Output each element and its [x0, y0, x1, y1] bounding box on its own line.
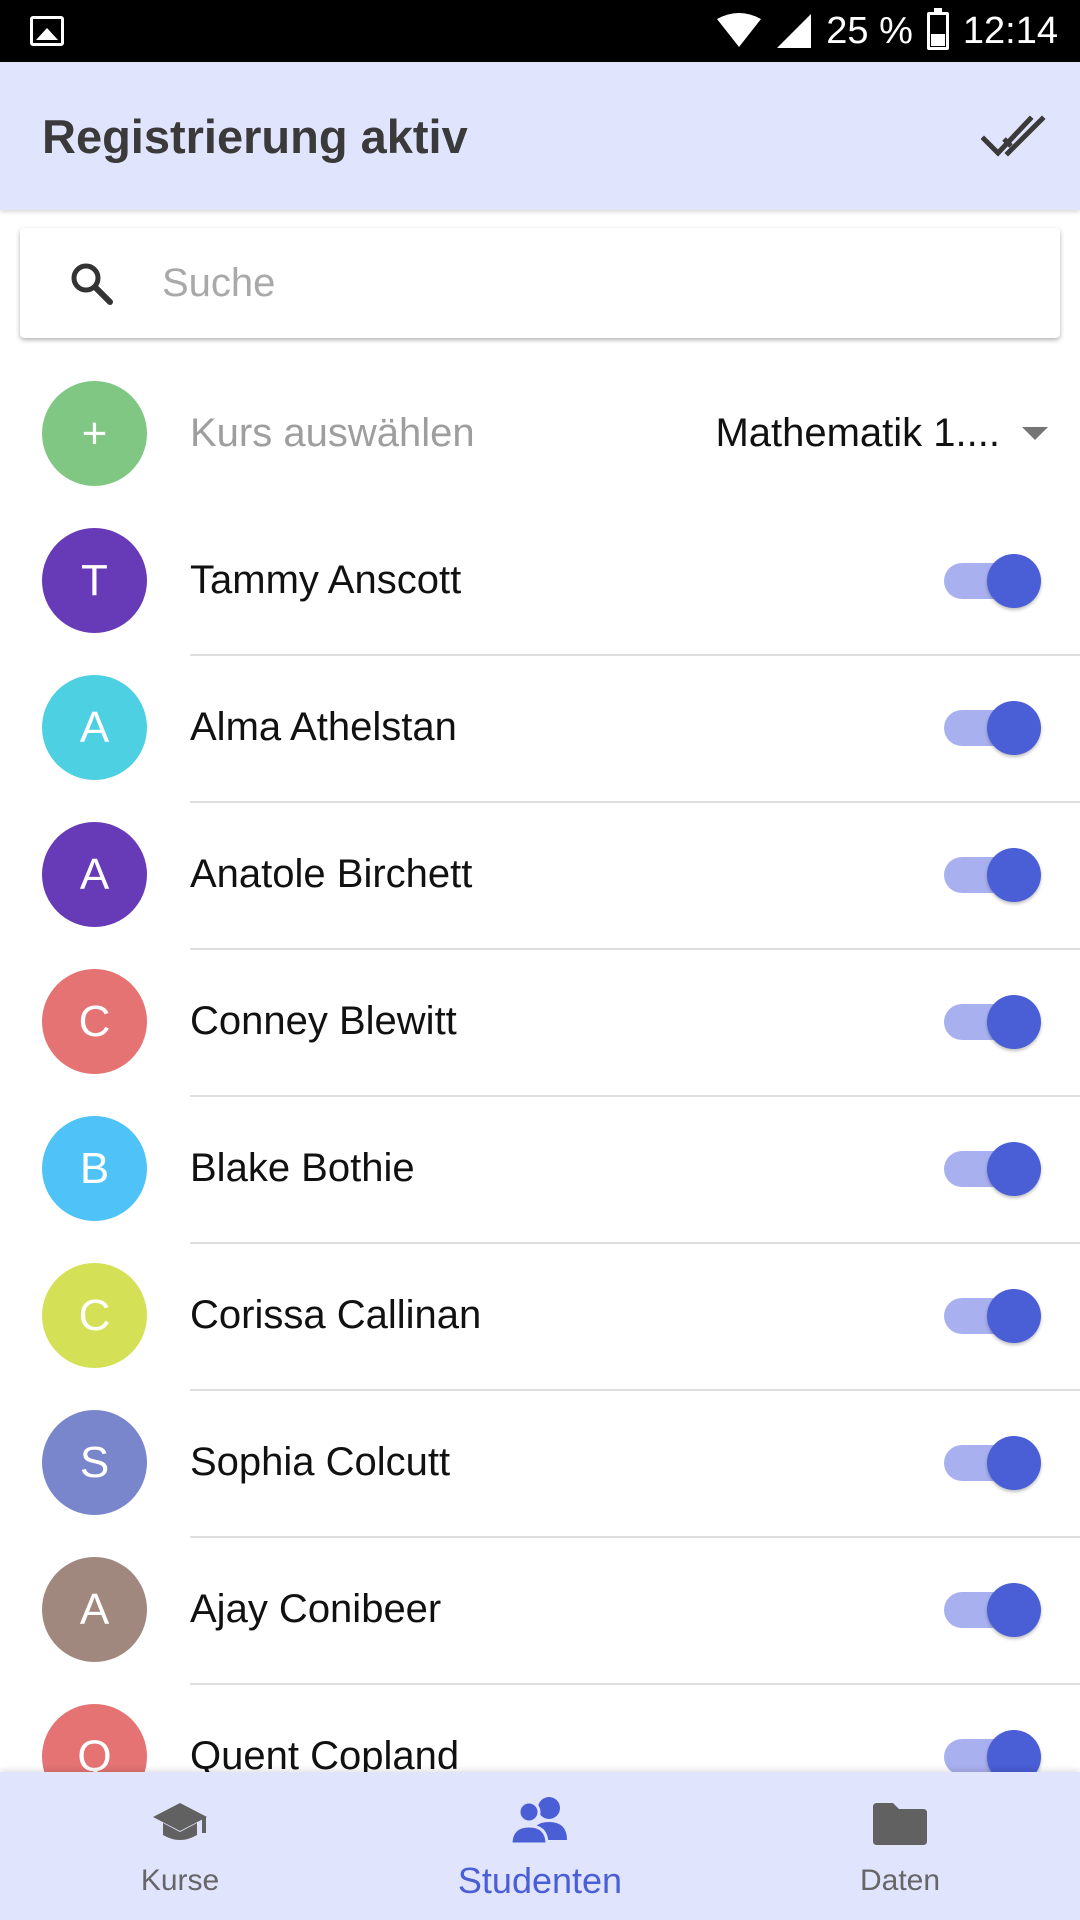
course-select-label: Kurs auswählen [190, 411, 475, 455]
student-row: C Corissa Callinan [0, 1242, 1080, 1389]
toggle-thumb [987, 994, 1041, 1049]
student-row: B Blake Bothie [0, 1095, 1080, 1242]
student-row: A Anatole Birchett [0, 801, 1080, 948]
student-name: Tammy Anscott [190, 558, 462, 602]
search-icon[interactable] [66, 258, 116, 308]
battery-icon [926, 8, 949, 50]
student-name: Conney Blewitt [190, 999, 457, 1043]
student-row: T Tammy Anscott [0, 507, 1080, 654]
school-icon [153, 1803, 207, 1840]
student-row: C Conney Blewitt [0, 948, 1080, 1095]
course-dropdown-value: Mathematik 1.... [715, 411, 1000, 455]
clock: 12:14 [962, 9, 1058, 52]
registration-toggle[interactable] [944, 1286, 1041, 1346]
toggle-thumb [987, 700, 1041, 755]
registration-toggle[interactable] [944, 845, 1041, 905]
wifi-icon [717, 13, 762, 47]
add-course-avatar[interactable]: + [42, 381, 147, 486]
battery-percent: 25 % [826, 9, 913, 52]
avatar: T [42, 528, 147, 633]
course-dropdown[interactable]: Mathematik 1.... [715, 411, 1048, 456]
avatar: S [42, 1410, 147, 1515]
nav-label-studenten: Studenten [457, 1860, 623, 1901]
student-name: Sophia Colcutt [190, 1440, 451, 1484]
avatar: A [42, 822, 147, 927]
toggle-thumb [987, 1582, 1041, 1637]
toggle-thumb [987, 553, 1041, 608]
image-icon [30, 16, 64, 46]
registration-toggle[interactable] [944, 1580, 1041, 1640]
toggle-thumb [987, 1288, 1041, 1343]
registration-toggle[interactable] [944, 1139, 1041, 1199]
status-bar: 25 % 12:14 [0, 0, 1080, 62]
search-bar [20, 228, 1060, 338]
search-input[interactable] [162, 260, 1002, 306]
done-all-button[interactable] [974, 96, 1054, 176]
registration-toggle[interactable] [944, 551, 1041, 611]
avatar: A [42, 1557, 147, 1662]
avatar: B [42, 1116, 147, 1221]
bottom-navigation: Kurse Studenten Daten [0, 1772, 1080, 1920]
toggle-thumb [987, 1141, 1041, 1196]
nav-label-daten: Daten [859, 1864, 941, 1897]
chevron-down-icon [1022, 427, 1048, 440]
student-name: Blake Bothie [190, 1146, 415, 1190]
done-all-icon [981, 115, 1046, 157]
student-row: A Alma Athelstan [0, 654, 1080, 801]
folder-icon [873, 1803, 927, 1845]
registration-toggle[interactable] [944, 992, 1041, 1052]
nav-label-kurse: Kurse [140, 1864, 220, 1897]
student-list: + Kurs auswählen Mathematik 1.... T Tamm… [0, 360, 1080, 1830]
student-name: Ajay Conibeer [190, 1587, 442, 1631]
nav-item-daten[interactable]: Daten [720, 1772, 1080, 1920]
registration-toggle[interactable] [944, 698, 1041, 758]
people-icon [509, 1797, 567, 1846]
app-bar: Registrierung aktiv [0, 62, 1080, 210]
toggle-thumb [987, 847, 1041, 902]
nav-item-kurse[interactable]: Kurse [0, 1772, 360, 1920]
nav-item-studenten[interactable]: Studenten [360, 1772, 720, 1920]
signal-icon [777, 14, 812, 48]
registration-toggle[interactable] [944, 1433, 1041, 1493]
course-select-row[interactable]: + Kurs auswählen Mathematik 1.... [0, 360, 1080, 507]
student-name: Corissa Callinan [190, 1293, 482, 1337]
avatar: C [42, 1263, 147, 1368]
student-row: A Ajay Conibeer [0, 1536, 1080, 1683]
page-title: Registrierung aktiv [42, 109, 468, 163]
toggle-thumb [987, 1435, 1041, 1490]
student-name: Alma Athelstan [190, 705, 457, 749]
student-name: Anatole Birchett [190, 852, 473, 896]
avatar: C [42, 969, 147, 1074]
avatar: A [42, 675, 147, 780]
student-row: S Sophia Colcutt [0, 1389, 1080, 1536]
